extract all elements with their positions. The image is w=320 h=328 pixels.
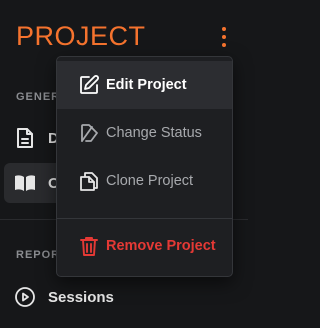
sidebar-item-sessions[interactable]: Sessions bbox=[4, 277, 244, 317]
status-slash-icon bbox=[77, 121, 101, 145]
edit-project-menu-item[interactable]: Edit Project bbox=[57, 61, 232, 109]
project-actions-dropdown: Edit Project Change Status Clone Project… bbox=[56, 56, 233, 277]
sidebar-item-document[interactable]: D bbox=[4, 118, 64, 158]
menu-item-label: Clone Project bbox=[106, 173, 194, 189]
book-icon bbox=[14, 172, 36, 194]
menu-item-label: Edit Project bbox=[106, 77, 187, 93]
section-label-general: GENER bbox=[16, 91, 61, 103]
copy-pages-icon bbox=[77, 169, 101, 193]
trash-icon bbox=[77, 234, 101, 258]
menu-item-label: Remove Project bbox=[106, 238, 216, 254]
document-icon bbox=[14, 127, 36, 149]
edit-square-pen-icon bbox=[77, 73, 101, 97]
kebab-menu-icon[interactable] bbox=[218, 27, 230, 47]
menu-item-label: Change Status bbox=[106, 125, 202, 141]
remove-project-menu-item[interactable]: Remove Project bbox=[57, 222, 232, 270]
clone-project-menu-item[interactable]: Clone Project bbox=[57, 157, 232, 205]
menu-divider bbox=[57, 218, 232, 219]
sidebar-item-overview[interactable]: O bbox=[4, 163, 64, 203]
section-label-reports: REPOR bbox=[16, 249, 61, 261]
change-status-menu-item[interactable]: Change Status bbox=[57, 109, 232, 157]
project-title: PROJECT bbox=[16, 21, 146, 51]
app-root: PROJECT GENER D O REPOR Sessions Edit Pr… bbox=[0, 0, 266, 328]
sidebar-item-label: Sessions bbox=[48, 288, 114, 306]
play-circle-icon bbox=[14, 286, 36, 308]
